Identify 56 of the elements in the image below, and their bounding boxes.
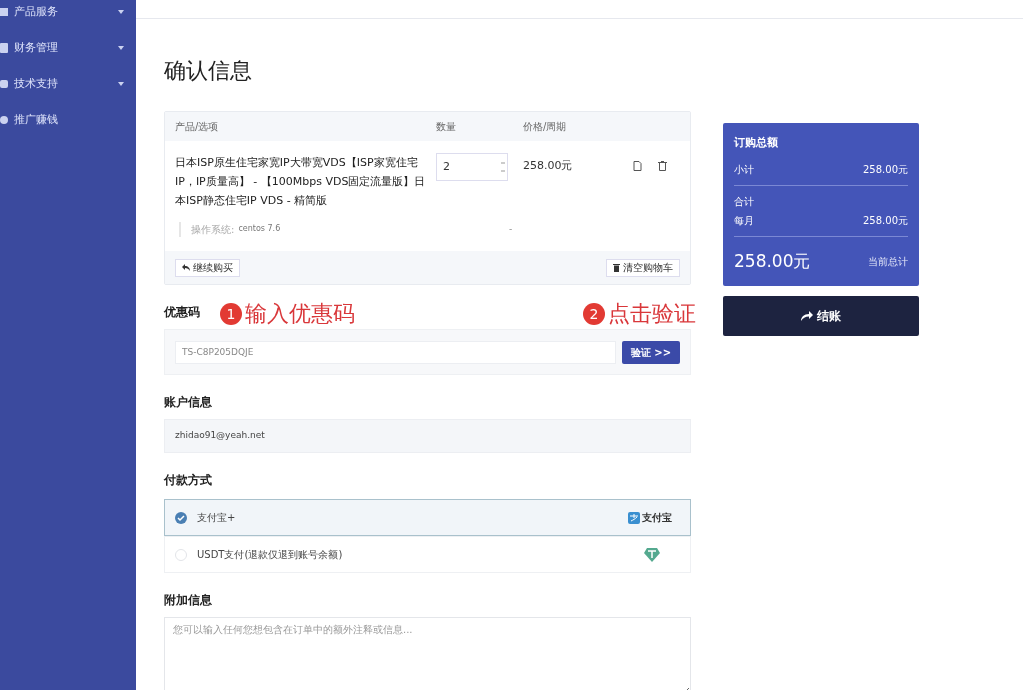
notes-input-field[interactable]: 您可以输入任何您想包含在订单中的额外注释或信息...: [164, 617, 691, 690]
sidebar-item[interactable]: 技术支持: [0, 66, 136, 102]
period-total: 258.00元: [863, 213, 908, 228]
price-text: 258.00元: [523, 158, 574, 174]
radio-icon[interactable]: [175, 548, 187, 561]
column-header: 数量: [436, 120, 457, 134]
subtotal-value: 258.00元: [863, 162, 908, 177]
caret-icon: [118, 46, 124, 50]
product-name: 日本ISP原生住宅家宽IP大带宽VDS【ISP家宽住宅IP，IP质量高】 - 【100Mbps VDS固定流量版】日本ISP静态住宅IP VDS - 精简版: [175, 155, 427, 209]
subtotal-label: 小计: [734, 162, 754, 177]
section-heading: 附加信息: [164, 592, 213, 609]
trash-icon: [613, 263, 620, 272]
quantity-field[interactable]: 2: [436, 153, 508, 181]
sidebar-item[interactable]: 财务管理: [0, 30, 136, 66]
menu-item-icon: [0, 42, 8, 54]
total-label: 合计: [734, 194, 755, 209]
section-heading: 账户信息: [164, 394, 213, 411]
payment-option[interactable]: 支付宝+ 支付宝: [164, 499, 691, 536]
section-heading: 付款方式: [164, 472, 213, 489]
reply-arrow-icon: [182, 264, 190, 271]
period-label: 每月: [734, 213, 754, 228]
menu-item-icon: [0, 6, 8, 18]
column-header: 产品/选项: [175, 120, 220, 134]
share-arrow-icon: [801, 311, 813, 321]
grand-total-label: 当前总计: [868, 254, 908, 269]
payment-option[interactable]: USDT支付(退款仅退到账号余额): [164, 536, 691, 573]
continue-shopping-button[interactable]: 继续购买: [175, 258, 240, 277]
section-heading: 优惠码: [164, 304, 200, 321]
annotation-label: 1 输入优惠码: [220, 301, 355, 327]
menu-item-icon: [0, 78, 8, 90]
tether-logo-icon: [644, 547, 660, 562]
email-text: zhidao91@yeah.net: [175, 429, 265, 443]
option-value: centos 7.6: [238, 223, 281, 235]
document-icon[interactable]: [633, 161, 642, 171]
verify-button[interactable]: 验证 >>: [622, 340, 680, 364]
sidebar-item[interactable]: 产品服务: [0, 0, 136, 30]
trash-icon[interactable]: [658, 161, 667, 171]
clear-cart-button[interactable]: 清空购物车: [606, 258, 680, 277]
payment-label: 支付宝+: [197, 511, 237, 525]
coupon-input-field[interactable]: TS-C8P205DQJE: [175, 340, 616, 364]
alipay-logo-icon: [628, 511, 640, 524]
caret-icon: [118, 82, 124, 86]
page-title: 确认信息: [164, 57, 253, 85]
logo-text: 支付宝: [642, 511, 672, 525]
menu-item-icon: [0, 114, 8, 126]
sidebar-item[interactable]: 推广赚钱: [0, 102, 136, 138]
payment-label: USDT支付(退款仅退到账号余额): [197, 548, 344, 562]
caret-icon: [118, 10, 124, 14]
column-header: 价格/周期: [523, 120, 567, 134]
checked-radio-icon[interactable]: [175, 511, 187, 524]
option-label: 操作系统:: [191, 223, 235, 237]
option-price: -: [509, 222, 513, 236]
summary-title: 订购总额: [734, 135, 779, 151]
annotation-label: 2 点击验证: [583, 301, 696, 327]
checkout-button[interactable]: 结账: [723, 296, 919, 336]
grand-total: 258.00元: [734, 249, 811, 273]
